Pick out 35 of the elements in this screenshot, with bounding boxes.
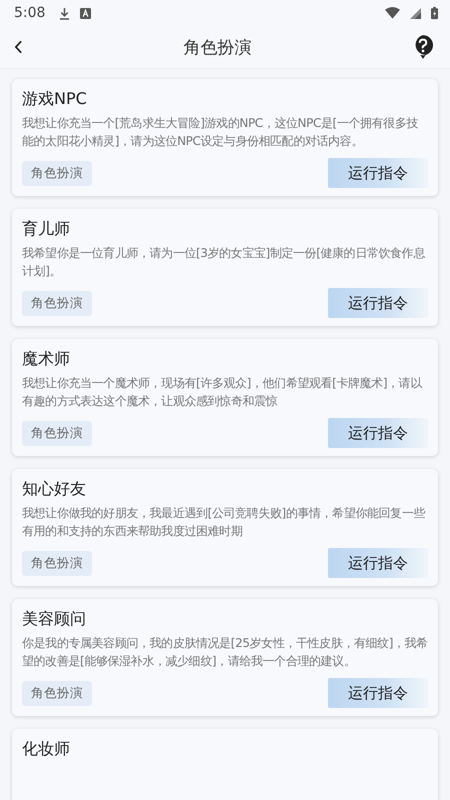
prompt-card[interactable]: 化妆师 <box>12 729 438 800</box>
prompt-card[interactable]: 育儿师 我希望你是一位育儿师，请为一位[3岁的女宝宝]制定一份[健康的日常饮食作息计划]。 角色扮演 运行指令 <box>12 209 438 326</box>
battery-icon <box>431 6 438 20</box>
category-tag: 角色扮演 <box>22 420 92 446</box>
category-tag: 角色扮演 <box>22 290 92 316</box>
card-description: 我想让你充当一个[荒岛求生大冒险]游戏的NPC，这位NPC是[一个拥有很多技能的太阳花小精灵]，请为这位NPC设定与身份相匹配的对话内容。 <box>22 115 420 150</box>
notification-icon <box>80 8 92 18</box>
back-icon <box>14 40 23 54</box>
card-title: 美容顾问 <box>22 609 87 630</box>
run-button[interactable]: 运行指令 <box>328 158 428 188</box>
card-title: 游戏NPC <box>22 89 88 110</box>
run-button[interactable]: 运行指令 <box>328 678 428 708</box>
run-button[interactable]: 运行指令 <box>328 418 428 448</box>
card-title: 育儿师 <box>22 219 71 240</box>
category-tag: 角色扮演 <box>22 680 92 706</box>
card-title: 知心好友 <box>22 479 87 500</box>
run-button[interactable]: 运行指令 <box>328 548 428 578</box>
page-title: 角色扮演 <box>182 36 252 58</box>
category-tag: 角色扮演 <box>22 160 92 186</box>
card-description: 我想让你充当一个魔术师，现场有[许多观众]，他们希望观看[卡牌魔术]，请以有趣的方式表达这个魔术，让观众感到惊奇和震惊 <box>22 375 424 410</box>
prompt-card[interactable]: 美容顾问 你是我的专属美容顾问，我的皮肤情况是[25岁女性，干性皮肤，有细纹]，我希望的改善是[能够保湿补水，减少细纹]，请给我一个合理的建议。 角色扮演 运行指令 <box>12 599 438 716</box>
card-description: 我希望你是一位育儿师，请为一位[3岁的女宝宝]制定一份[健康的日常饮食作息计划]。 <box>22 245 426 280</box>
prompt-card[interactable]: 魔术师 我想让你充当一个魔术师，现场有[许多观众]，他们希望观看[卡牌魔术]，请以有趣的方式表达这个魔术，让观众感到惊奇和震惊 角色扮演 运行指令 <box>12 339 438 456</box>
signal-icon <box>410 8 421 18</box>
card-description: 你是我的专属美容顾问，我的皮肤情况是[25岁女性，干性皮肤，有细纹]，我希望的改善是[能够保湿补水，减少细纹]，请给我一个合理的建议。 <box>22 635 428 670</box>
card-title: 化妆师 <box>22 739 71 760</box>
status-time: 5:08 <box>14 5 46 21</box>
wifi-icon <box>385 7 400 19</box>
card-description: 我想让你做我的好朋友，我最近遇到[公司竞聘失败]的事情，希望你能回复一些有用的和支持的东西来帮助我度过困难时期 <box>22 505 426 540</box>
prompt-card[interactable]: 游戏NPC 我想让你充当一个[荒岛求生大冒险]游戏的NPC，这位NPC是[一个拥有很多技能的太阳花小精灵]，请为这位NPC设定与身份相匹配的对话内容。 角色扮演 运行指令 <box>12 79 438 196</box>
download-icon <box>59 6 70 20</box>
prompt-card[interactable]: 知心好友 我想让你做我的好朋友，我最近遇到[公司竞聘失败]的事情，希望你能回复一些有用的和支持的东西来帮助我度过困难时期 角色扮演 运行指令 <box>12 469 438 586</box>
run-button[interactable]: 运行指令 <box>328 288 428 318</box>
card-title: 魔术师 <box>22 349 71 370</box>
category-tag: 角色扮演 <box>22 550 92 576</box>
